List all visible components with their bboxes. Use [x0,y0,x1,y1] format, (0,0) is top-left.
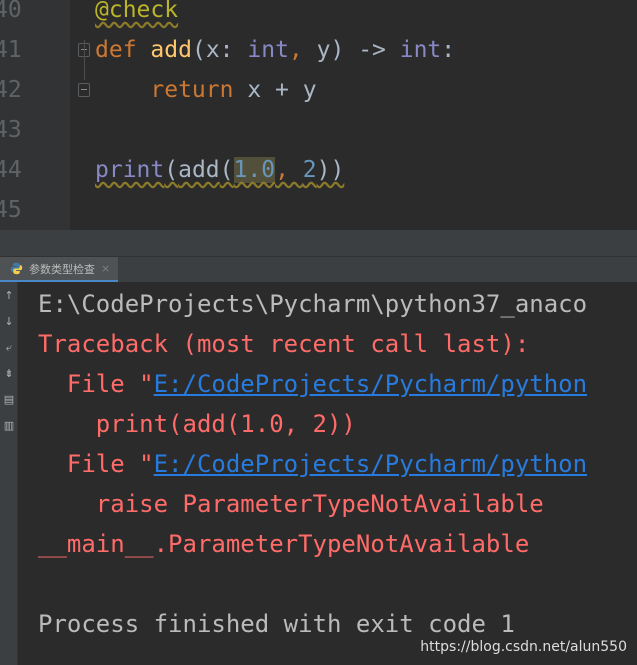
arrow-down-icon[interactable]: ↓ [2,315,16,329]
close-icon[interactable]: × [101,262,110,275]
code-text[interactable]: return x + y [95,70,317,110]
param-y: y [316,37,331,63]
run-tab[interactable]: 参数类型检查 × [0,257,119,282]
print-icon[interactable]: ▤ [2,393,16,407]
scroll-to-end-icon[interactable]: ⇟ [2,367,16,381]
exception-name: __main__.ParameterTypeNotAvailable [38,530,530,558]
return-expression: x + y [233,77,317,103]
paren: ( [191,37,206,63]
paren: )) [316,157,345,183]
param-x: x [205,37,220,63]
soft-wrap-icon[interactable]: ⤶ [2,341,16,355]
line-number: 41 [0,37,22,63]
run-side-toolbar: ↑ ↓ ⤶ ⇟ ▤ ▥ [0,282,18,665]
process-exit-message: Process finished with exit code 1 [38,610,515,638]
code-text[interactable]: @check [95,0,178,30]
colon: : [441,37,456,63]
file-path-link[interactable]: E:/CodeProjects/Pycharm/python [154,450,587,478]
builtin-print: print [95,157,165,183]
watermark: https://blog.csdn.net/alun550 [420,639,627,655]
paren: ( [219,157,234,183]
line-number: 43 [0,117,22,143]
traceback-source-line: raise ParameterTypeNotAvailable [38,490,544,518]
comma: , [275,157,303,183]
fold-end-marker-icon[interactable] [78,83,90,97]
line-number: 42 [0,77,22,103]
fold-guide-line [84,40,85,80]
call-add: add [178,157,220,183]
paren: ( [164,157,179,183]
traceback-header: Traceback (most recent call last): [38,330,530,358]
run-console-output[interactable]: E:\CodeProjects\Pycharm\python37_anaco T… [18,282,637,665]
traceback-file-line: File "E:/CodeProjects/Pycharm/python [38,364,587,404]
console-command-line: E:\CodeProjects\Pycharm\python37_anaco [38,290,588,318]
panel-splitter[interactable] [0,230,637,256]
paren: ) [330,37,345,63]
code-line-41[interactable]: 41 def add(x: int, y) -> int: [0,30,637,70]
code-line-45[interactable]: 45 [0,190,637,230]
keyword-return: return [150,77,234,103]
file-prefix: File " [38,370,154,398]
colon: : [219,37,248,63]
code-line-42[interactable]: 42 return x + y [0,70,637,110]
comma: , [288,37,317,63]
python-icon [10,262,23,275]
arrow-up-icon[interactable]: ↑ [2,289,16,303]
function-name: add [150,37,192,63]
code-text[interactable]: print(add(1.0, 2)) [95,150,344,190]
code-line-44[interactable]: 44 print(add(1.0, 2)) [0,150,637,190]
line-number: 44 [0,157,22,183]
traceback-file-line: File "E:/CodeProjects/Pycharm/python [38,444,587,484]
line-number: 45 [0,197,22,223]
code-line-43[interactable]: 43 [0,110,637,150]
run-tab-label: 参数类型检查 [29,262,95,276]
line-number: 40 [0,0,22,23]
return-arrow: -> [344,37,400,63]
code-text[interactable]: def add(x: int, y) -> int: [95,30,455,70]
trash-icon[interactable]: ▥ [2,419,16,433]
return-type: int [399,37,442,63]
keyword-def: def [95,37,137,63]
arg-int: 2 [302,157,317,183]
file-prefix: File " [38,450,154,478]
run-tool-window-header: 参数类型检查 × [0,256,637,282]
file-path-link[interactable]: E:/CodeProjects/Pycharm/python [154,370,587,398]
code-line-40[interactable]: 40 @check [0,0,637,30]
arg-float-highlighted: 1.0 [233,157,276,183]
code-editor[interactable]: 40 @check 41 def add(x: int, y) -> int: … [0,0,637,230]
decorator-check: @check [95,0,179,23]
traceback-source-line: print(add(1.0, 2)) [38,410,356,438]
type-int: int [247,37,289,63]
